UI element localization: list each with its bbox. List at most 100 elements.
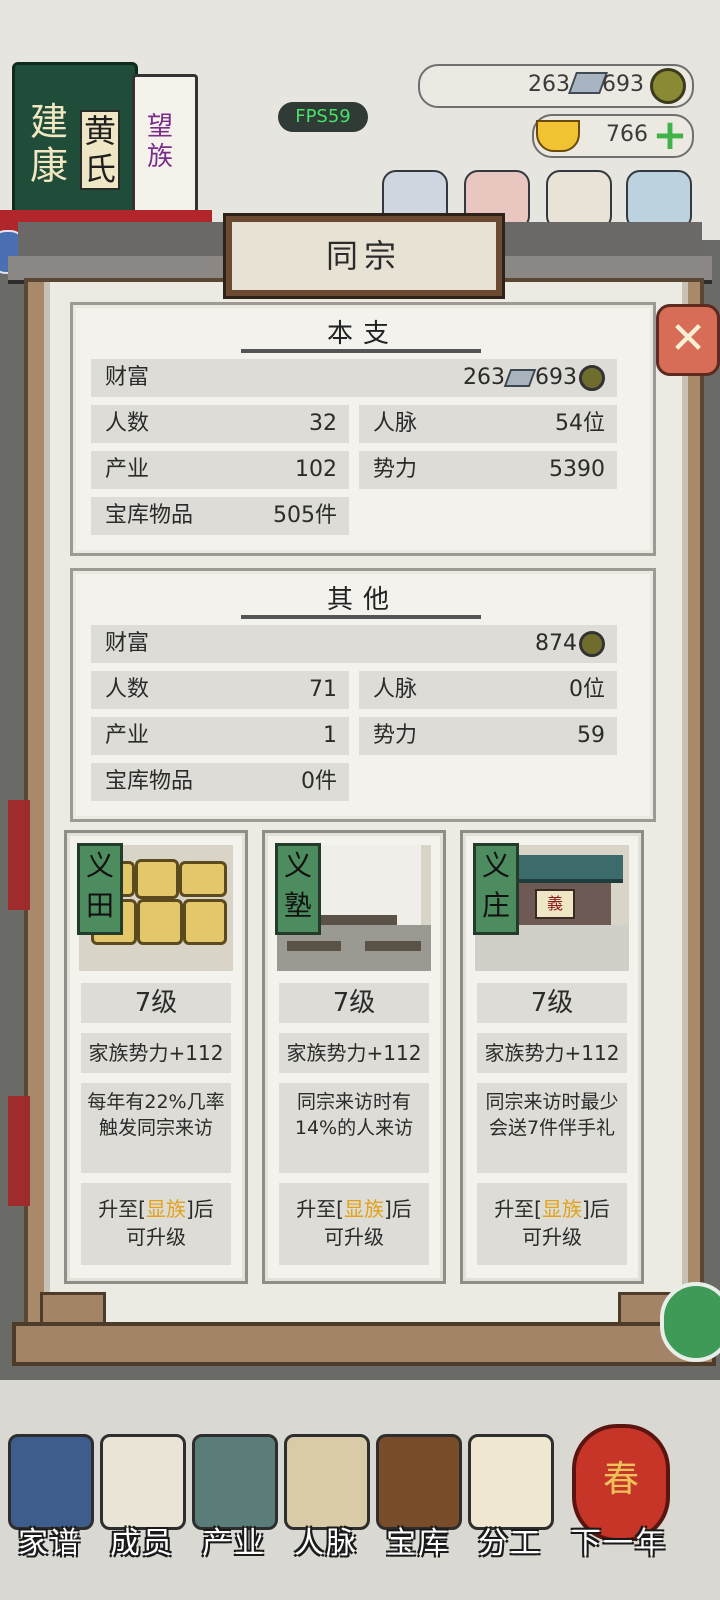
tag-char: 田 xyxy=(85,889,114,922)
stat-label: 人数 xyxy=(105,677,150,702)
upgrade-requirement: 升至[显族]后 可升级 xyxy=(81,1183,231,1265)
req-text: 可升级 xyxy=(126,1225,186,1249)
nav-treasury[interactable]: 宝库 xyxy=(372,1420,462,1580)
pavilion-icon xyxy=(192,1434,278,1530)
stat-label: 宝库物品 xyxy=(105,503,194,528)
req-text: ]后 xyxy=(186,1197,214,1221)
stat-label: 势力 xyxy=(373,457,418,482)
req-text: 可升级 xyxy=(522,1225,582,1249)
stat-value: 505件 xyxy=(273,503,337,528)
nav-property[interactable]: 产业 xyxy=(188,1420,278,1580)
nav-division[interactable]: 分工 xyxy=(464,1420,554,1580)
panel-base-rail xyxy=(12,1322,716,1366)
fps-counter: FPS59 xyxy=(278,102,368,132)
stat-value: 1 xyxy=(323,723,337,748)
card-level: 7级 xyxy=(279,983,429,1023)
stat-value: 32 xyxy=(309,411,337,436)
coin-amount: 693 xyxy=(602,72,644,97)
req-text: 可升级 xyxy=(324,1225,384,1249)
family-city: 建康 xyxy=(30,100,69,188)
genealogy-book-icon xyxy=(8,1434,94,1530)
charity-school-card[interactable]: 义塾 7级 家族势力+112 同宗来访时有14%的人来访 升至[显族]后 可升级 xyxy=(262,830,446,1284)
card-description: 每年有22%几率触发同宗来访 xyxy=(81,1083,231,1173)
card-description: 同宗来访时有14%的人来访 xyxy=(279,1083,429,1173)
card-bonus: 家族势力+112 xyxy=(477,1033,627,1073)
wealth-coins: 874 xyxy=(535,631,577,656)
wealth-label: 财富 xyxy=(105,365,150,390)
stat-value: 71 xyxy=(309,677,337,702)
settings-gear-icon[interactable] xyxy=(626,170,692,230)
required-rank: 显族 xyxy=(146,1197,186,1221)
wealth-value: 263 693 xyxy=(463,359,605,397)
req-text: 升至[ xyxy=(98,1197,146,1221)
tag-char: 塾 xyxy=(283,889,312,922)
add-gold-plus-icon[interactable]: + xyxy=(652,114,688,156)
side-chat-button[interactable] xyxy=(660,1282,720,1362)
stat-row: 产业 1 xyxy=(91,717,349,755)
stat-row: 势力 5390 xyxy=(359,451,617,489)
heading-divider xyxy=(241,615,481,619)
tag-char: 义 xyxy=(481,849,510,882)
stat-label: 人数 xyxy=(105,411,150,436)
section-heading: 其他 xyxy=(326,585,399,615)
other-branch-section: 其他 财富 874 人数 71 人脉 0位 产业 1 势力 59 宝库物品 0件 xyxy=(70,568,656,822)
copper-coin-icon xyxy=(650,68,686,104)
card-description: 同宗来访时最少会送7件伴手礼 xyxy=(477,1083,627,1173)
nav-members[interactable]: 成员 xyxy=(96,1420,186,1580)
silver-ingot-icon xyxy=(503,369,537,387)
lantern-char: 春 xyxy=(602,1459,639,1500)
card-bonus: 家族势力+112 xyxy=(279,1033,429,1073)
gold-amount: 766 xyxy=(606,122,648,147)
stat-row: 人脉 0位 xyxy=(359,671,617,709)
stat-row: 人数 32 xyxy=(91,405,349,443)
card-level: 7级 xyxy=(477,983,627,1023)
gold-ingot-icon xyxy=(536,120,580,152)
menu-icon-3[interactable] xyxy=(546,170,612,230)
main-branch-section: 本支 财富 263 693 人数 32 人脉 54位 产业 102 势力 5390… xyxy=(70,302,656,556)
wealth-label: 财富 xyxy=(105,631,150,656)
side-banner-left-lower xyxy=(8,1096,30,1206)
stat-row: 人脉 54位 xyxy=(359,405,617,443)
scroll-icon xyxy=(468,1434,554,1530)
stat-row: 产业 102 xyxy=(91,451,349,489)
close-icon[interactable]: ✕ xyxy=(656,304,720,376)
section-heading: 本支 xyxy=(326,319,399,349)
upgrade-requirement: 升至[显族]后 可升级 xyxy=(477,1183,627,1265)
network-icon xyxy=(284,1434,370,1530)
copper-coin-icon xyxy=(579,631,605,657)
nav-label: 家谱 xyxy=(18,1526,82,1561)
wealth-row: 财富 874 xyxy=(91,625,617,663)
charity-field-card[interactable]: 义田 7级 家族势力+112 每年有22%几率触发同宗来访 升至[显族]后 可升级 xyxy=(64,830,248,1284)
wealth-silver: 263 xyxy=(463,365,505,390)
silver-amount: 263 xyxy=(528,72,570,97)
stat-value: 0位 xyxy=(569,677,605,702)
stat-value: 54位 xyxy=(555,411,605,436)
nav-genealogy[interactable]: 家谱 xyxy=(4,1420,94,1580)
stat-label: 势力 xyxy=(373,723,418,748)
tag-char: 义 xyxy=(283,849,312,882)
nav-label: 成员 xyxy=(110,1526,174,1561)
nav-label: 宝库 xyxy=(386,1526,450,1561)
stat-row: 势力 59 xyxy=(359,717,617,755)
copper-coin-icon xyxy=(579,365,605,391)
side-banner-left xyxy=(8,800,30,910)
card-level: 7级 xyxy=(81,983,231,1023)
hall-sign: 義 xyxy=(535,889,575,919)
req-text: ]后 xyxy=(384,1197,412,1221)
dialog-title: 同宗 xyxy=(325,237,402,275)
stat-value: 0件 xyxy=(301,769,337,794)
stat-value: 59 xyxy=(577,723,605,748)
stat-row: 宝库物品 0件 xyxy=(91,763,349,801)
req-text: ]后 xyxy=(582,1197,610,1221)
stat-label: 产业 xyxy=(105,457,150,482)
next-year-button[interactable]: 下一年 xyxy=(564,1524,674,1564)
charity-estate-card[interactable]: 義 义庄 7级 家族势力+112 同宗来访时最少会送7件伴手礼 升至[显族]后可… xyxy=(460,830,644,1284)
nav-label: 产业 xyxy=(202,1526,266,1561)
nav-label: 分工 xyxy=(478,1526,542,1561)
card-tag: 义塾 xyxy=(275,843,321,935)
wealth-coins: 693 xyxy=(535,365,577,390)
stat-value: 102 xyxy=(295,457,337,482)
nav-connections[interactable]: 人脉 xyxy=(280,1420,370,1580)
required-rank: 显族 xyxy=(344,1197,384,1221)
treasure-chest-icon xyxy=(376,1434,462,1530)
